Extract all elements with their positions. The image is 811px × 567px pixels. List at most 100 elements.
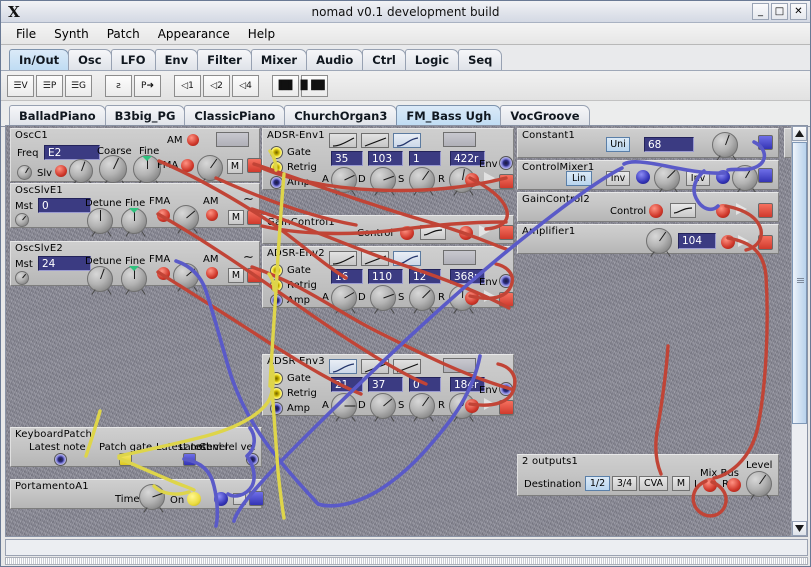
control-curve-button[interactable] [670, 203, 696, 218]
time-knob[interactable] [139, 484, 165, 513]
close-button[interactable]: ✕ [790, 3, 807, 20]
destination-option-3-4[interactable]: 3/4 [612, 476, 637, 491]
portamento-input-jack[interactable] [214, 492, 228, 506]
inv-button-2[interactable]: Inv [686, 171, 710, 186]
tab-env[interactable]: Env [154, 49, 199, 70]
mute-button[interactable]: M [228, 268, 244, 283]
portamento-output-jack[interactable] [249, 491, 264, 506]
mst-value-field[interactable]: 0 [38, 198, 91, 213]
tab-audio[interactable]: Audio [306, 49, 364, 70]
retrig-jack[interactable] [270, 279, 283, 292]
sustain-knob[interactable] [409, 285, 435, 314]
scroll-up-button[interactable] [792, 126, 807, 141]
decay-value-field[interactable]: 103 [368, 151, 403, 166]
slv-jack[interactable] [55, 165, 67, 177]
mixer-input-jack-1[interactable] [636, 170, 650, 184]
osc-output-jack[interactable] [247, 210, 262, 225]
sustain-value-field[interactable]: 0 [409, 377, 441, 392]
control-input-jack[interactable] [649, 204, 663, 218]
decay-value-field[interactable]: 37 [368, 377, 403, 392]
gate-jack[interactable] [270, 372, 283, 385]
env-shape-button-1[interactable] [329, 251, 357, 266]
attack-knob[interactable] [331, 285, 357, 314]
latest-vel-jack[interactable] [246, 453, 259, 466]
microphone-icon-button[interactable]: ƨ [105, 74, 132, 97]
scroll-down-button[interactable] [792, 521, 807, 536]
patch-canvas[interactable]: OscC1 Freq E2 Coarse Fine Slv AM FMA M O… [6, 126, 794, 536]
attack-knob[interactable] [331, 167, 357, 196]
fma-jack[interactable] [157, 267, 170, 280]
gain-output-jack[interactable] [499, 225, 514, 240]
module-osc-c1[interactable]: OscC1 Freq E2 Coarse Fine Slv AM FMA M [10, 128, 262, 186]
patch-tab-vocgroove[interactable]: VocGroove [500, 105, 590, 126]
env-shape-button-1[interactable] [329, 133, 357, 148]
constant-knob[interactable] [712, 132, 738, 161]
vertical-scrollbar[interactable] [791, 126, 807, 536]
voices-1-button[interactable]: ◁1 [174, 74, 201, 97]
on-jack[interactable] [187, 492, 201, 506]
decay-knob[interactable] [370, 393, 396, 422]
retrig-jack[interactable] [270, 387, 283, 400]
amplifier-gain-knob[interactable] [646, 228, 672, 257]
am-jack[interactable] [206, 209, 218, 221]
control-curve-button[interactable] [420, 225, 446, 240]
patch-gate-jack[interactable] [119, 453, 132, 466]
voice-list-button[interactable]: ☰V [7, 74, 34, 97]
patch-tab-classicpiano[interactable]: ClassicPiano [184, 105, 286, 126]
constant-output-jack[interactable] [758, 135, 773, 150]
mst-value-field[interactable]: 24 [38, 256, 91, 271]
decay-knob[interactable] [370, 285, 396, 314]
signal-input-jack[interactable] [459, 226, 473, 240]
tab-seq[interactable]: Seq [458, 49, 503, 70]
env-output-jack[interactable] [465, 173, 479, 187]
retrig-jack[interactable] [270, 161, 283, 174]
env-modulation-jack[interactable] [499, 156, 513, 170]
tab-filter[interactable]: Filter [197, 49, 252, 70]
fma-amount-knob[interactable] [173, 263, 199, 292]
env-out-jack[interactable] [499, 174, 514, 189]
osc-output-jack[interactable] [247, 268, 262, 283]
module-gain-control2[interactable]: GainControl2 Control [517, 192, 779, 222]
tab-osc[interactable]: Osc [68, 49, 112, 70]
env-shape-button-1[interactable] [329, 359, 357, 374]
voices-2-button[interactable]: ◁2 [203, 74, 230, 97]
constant-value-field[interactable]: 68 [644, 137, 694, 152]
decay-knob[interactable] [370, 167, 396, 196]
amp-jack[interactable] [270, 402, 283, 415]
env-out-jack[interactable] [499, 400, 514, 415]
patch-tab-b3big-pg[interactable]: B3big_PG [104, 105, 186, 126]
horizontal-scrollbar[interactable] [5, 539, 808, 556]
latest-note-jack[interactable] [54, 453, 67, 466]
amplifier-value-field[interactable]: 104 [678, 233, 716, 249]
fma-amount-knob[interactable] [197, 155, 223, 184]
mixer-output-jack[interactable] [758, 168, 773, 183]
fma-amount-knob[interactable] [173, 205, 199, 234]
latest-note2-jack[interactable] [183, 453, 196, 466]
module-amplifier1[interactable]: Amplifier1 104 [517, 224, 779, 257]
env-shape-button-2[interactable] [361, 359, 389, 374]
destination-option-cva[interactable]: CVA [639, 476, 668, 491]
attack-value-field[interactable]: 16 [331, 269, 363, 284]
freq-value-field[interactable]: E2 [44, 145, 100, 160]
amplifier-input-jack[interactable] [721, 235, 735, 249]
control-input-jack[interactable] [400, 226, 414, 240]
keyboard-button[interactable]: █▐█▌ [301, 74, 328, 97]
vscroll-thumb[interactable] [792, 142, 807, 424]
mixer-input-jack-2[interactable] [716, 170, 730, 184]
module-adsr-env3[interactable]: ADSR-Env3 Gate Retrig Amp 21 37 0 184r A… [262, 354, 514, 422]
menu-patch[interactable]: Patch [98, 25, 149, 43]
destination-option-1-2[interactable]: 1/2 [585, 476, 610, 491]
mst-small-knob[interactable] [15, 213, 29, 227]
module-osc-slv-e2[interactable]: OscSlvE2 Mst 24 Detune Fine FMA AM ∼ M [10, 241, 262, 295]
voices-4-button[interactable]: ◁4 [232, 74, 259, 97]
module-keyboard-patch[interactable]: KeyboardPatch Latest note Patch gate Lat… [10, 427, 262, 467]
env-shape-button-3[interactable] [393, 133, 421, 148]
env-shape-button-2[interactable] [361, 251, 389, 266]
gate-jack[interactable] [270, 146, 283, 159]
detune-knob[interactable] [87, 208, 113, 237]
mute-button[interactable]: M [227, 159, 243, 174]
patch-tab-fm-bass-ugh[interactable]: FM_Bass Ugh [396, 105, 502, 126]
inv-button-1[interactable]: Inv [606, 171, 630, 186]
module-osc-slv-e1[interactable]: OscSlvE1 Mst 0 Detune Fine FMA AM ∼ M [10, 183, 262, 237]
module-control-mixer1[interactable]: ControlMixer1 Lin Inv Inv [517, 160, 779, 194]
